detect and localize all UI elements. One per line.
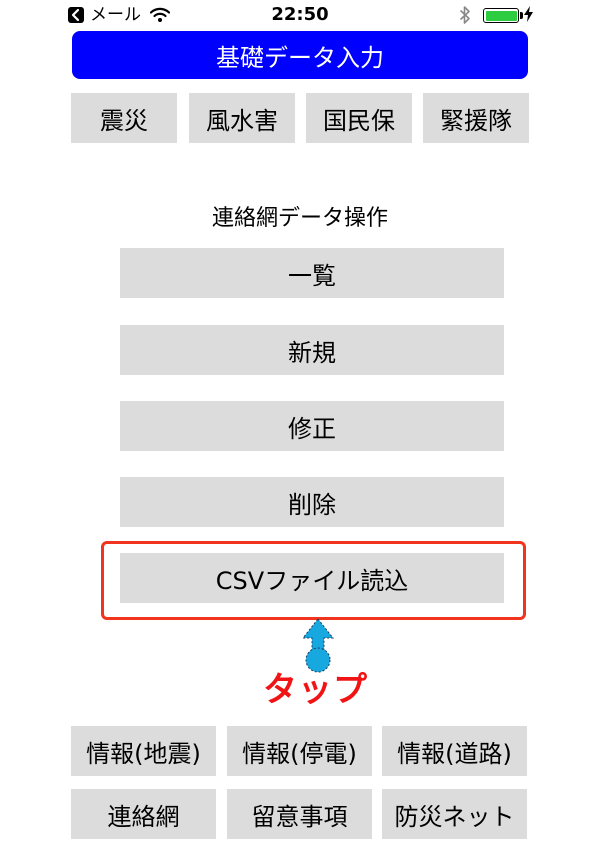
contact-network-button[interactable]: 連絡網 bbox=[71, 789, 216, 839]
list-button[interactable]: 一覧 bbox=[120, 248, 504, 298]
bluetooth-icon bbox=[459, 5, 471, 29]
delete-button[interactable]: 削除 bbox=[120, 477, 504, 527]
tab-civil-protection[interactable]: 国民保 bbox=[306, 93, 412, 143]
highlight-frame bbox=[101, 541, 526, 620]
tab-emergency-rescue[interactable]: 緊援隊 bbox=[423, 93, 529, 143]
edit-button[interactable]: 修正 bbox=[120, 401, 504, 451]
tab-earthquake[interactable]: 震災 bbox=[71, 93, 177, 143]
battery-icon bbox=[483, 8, 519, 23]
new-button[interactable]: 新規 bbox=[120, 325, 504, 375]
tab-storm-flood[interactable]: 風水害 bbox=[189, 93, 295, 143]
notes-button[interactable]: 留意事項 bbox=[227, 789, 372, 839]
info-road-button[interactable]: 情報(道路) bbox=[382, 726, 527, 776]
battery-tip bbox=[520, 12, 523, 19]
section-title: 連絡網データ操作 bbox=[211, 206, 388, 231]
status-bar: メール 22:50 bbox=[0, 0, 600, 30]
info-power-outage-button[interactable]: 情報(停電) bbox=[227, 726, 372, 776]
header-title-button[interactable]: 基礎データ入力 bbox=[72, 31, 528, 79]
info-earthquake-button[interactable]: 情報(地震) bbox=[71, 726, 216, 776]
disaster-net-button[interactable]: 防災ネット bbox=[382, 789, 527, 839]
tap-label: タップ bbox=[263, 670, 368, 710]
charging-bolt-icon bbox=[524, 6, 533, 26]
